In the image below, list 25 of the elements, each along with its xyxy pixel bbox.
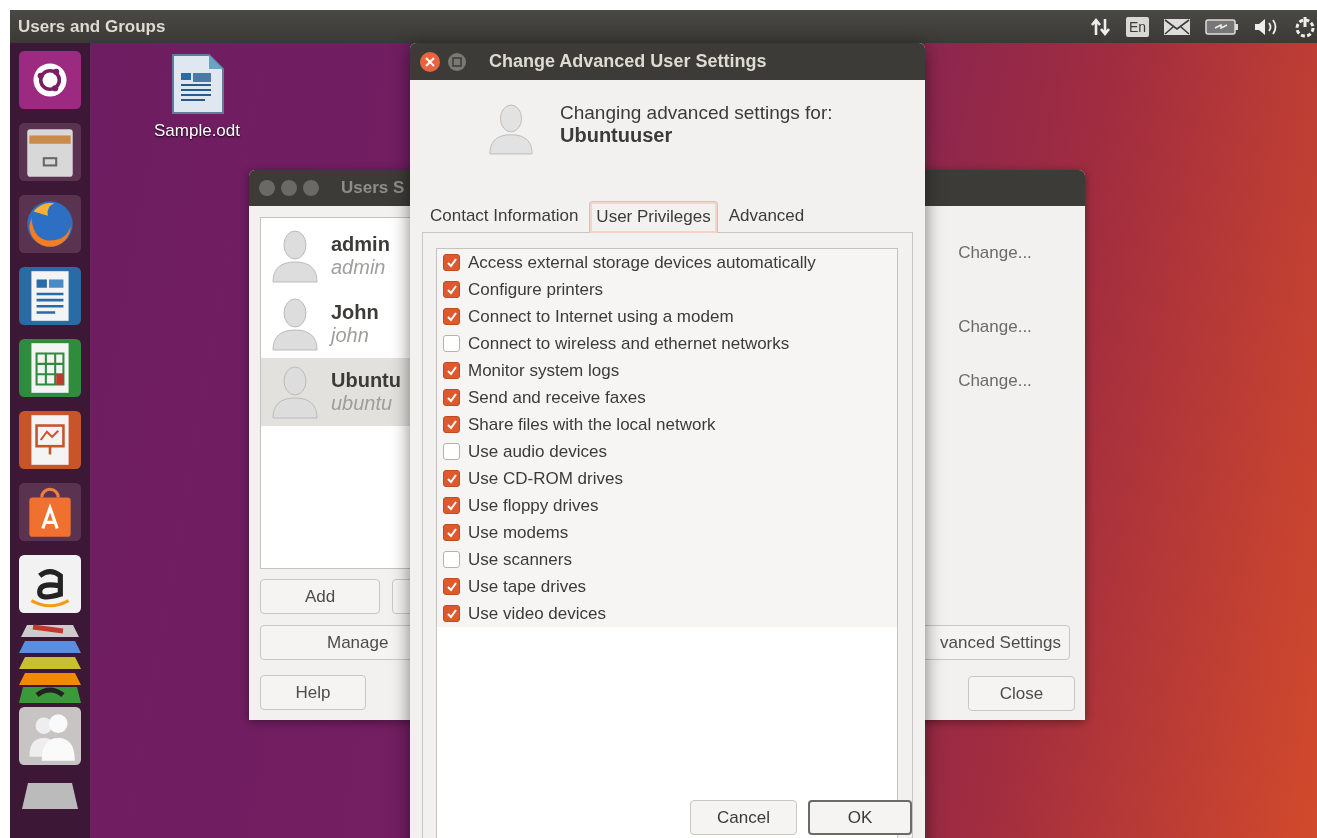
user-name: Ubuntu	[331, 369, 401, 392]
privilege-label: Use video devices	[468, 603, 606, 624]
privilege-label: Connect to Internet using a modem	[468, 306, 734, 327]
privilege-label: Connect to wireless and ethernet networks	[468, 333, 790, 354]
heading-text: Changing advanced settings for:	[560, 102, 833, 124]
privilege-label: Access external storage devices automatically	[468, 252, 816, 273]
privilege-label: Use scanners	[468, 549, 572, 570]
user-name: Ubuntuuser	[560, 124, 674, 147]
user-name: admin	[331, 233, 390, 256]
user-login: john	[331, 324, 370, 347]
privilege-label: Use audio devices	[468, 441, 607, 462]
privilege-label: Configure printers	[468, 279, 604, 300]
user-login: ubuntu	[331, 392, 394, 415]
privilege-label: Use tape drives	[468, 576, 587, 597]
user-name: John	[331, 301, 379, 324]
user-login: admin	[331, 256, 387, 279]
privilege-label: Use floppy drives	[468, 495, 599, 516]
privilege-label: Send and receive faxes	[468, 387, 646, 408]
privilege-label: Use CD-ROM drives	[468, 468, 623, 489]
privilege-label: Use modems	[468, 522, 569, 543]
window-title: Users and Groups	[18, 16, 166, 37]
privilege-label: Monitor system logs	[468, 360, 620, 381]
window-title: Users S	[341, 178, 405, 198]
privilege-label: Share files with the local network	[468, 414, 716, 435]
dialog-title: Change Advanced User Settings	[489, 51, 767, 72]
